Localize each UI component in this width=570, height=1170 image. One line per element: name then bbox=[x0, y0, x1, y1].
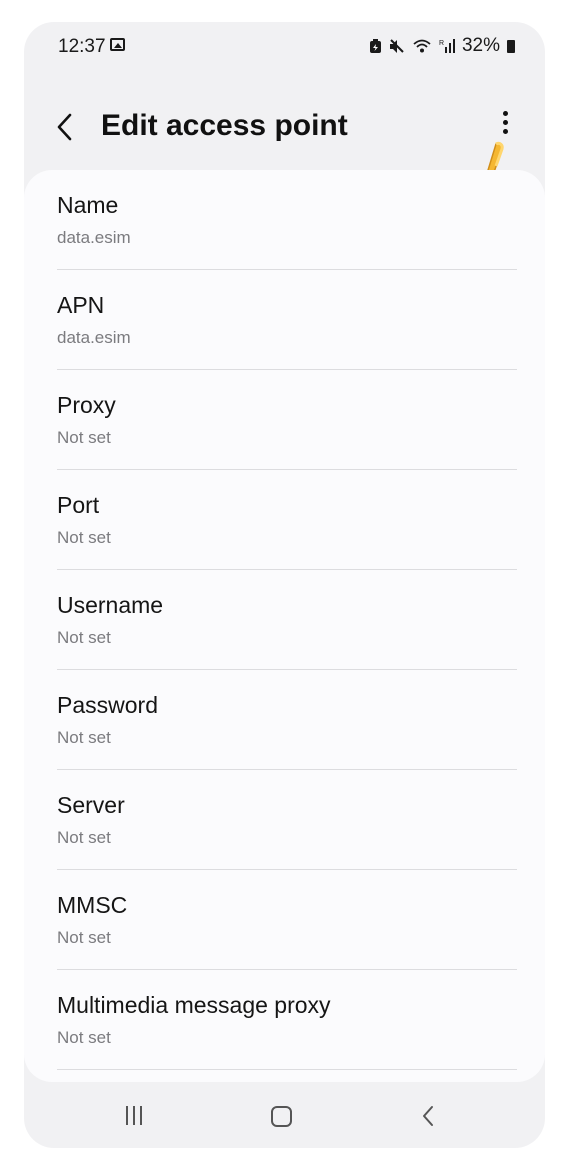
chevron-left-icon bbox=[57, 113, 72, 141]
status-bar: 12:37 R 32% bbox=[24, 22, 545, 70]
setting-label: APN bbox=[57, 292, 105, 318]
back-button[interactable] bbox=[50, 106, 80, 146]
setting-item-name[interactable]: Name data.esim bbox=[57, 170, 517, 270]
setting-item-username[interactable]: Username Not set bbox=[57, 570, 517, 670]
setting-value: Not set bbox=[57, 728, 111, 747]
setting-value: data.esim bbox=[57, 228, 131, 247]
setting-item-server[interactable]: Server Not set bbox=[57, 770, 517, 870]
setting-value: Not set bbox=[57, 428, 111, 447]
setting-label: Proxy bbox=[57, 392, 116, 418]
setting-label: Port bbox=[57, 492, 100, 518]
setting-item-proxy[interactable]: Proxy Not set bbox=[57, 370, 517, 470]
more-vertical-icon bbox=[495, 111, 515, 134]
phone-screen: 12:37 R 32% Edit access point Name data.… bbox=[24, 22, 545, 1148]
setting-item-port[interactable]: Port Not set bbox=[57, 470, 517, 570]
image-icon bbox=[110, 38, 125, 51]
setting-value: data.esim bbox=[57, 328, 131, 347]
setting-value: Not set bbox=[57, 1028, 111, 1047]
page-title: Edit access point bbox=[101, 109, 348, 142]
status-time: 12:37 bbox=[58, 36, 106, 57]
back-icon[interactable] bbox=[420, 1104, 436, 1128]
battery-icon bbox=[507, 39, 515, 53]
setting-label: Password bbox=[57, 692, 158, 718]
setting-value: Not set bbox=[57, 828, 111, 847]
setting-value: Not set bbox=[57, 628, 111, 647]
setting-value: Not set bbox=[57, 528, 111, 547]
setting-label: Name bbox=[57, 192, 119, 218]
setting-value: Not set bbox=[57, 928, 111, 947]
setting-label: Multimedia message proxy bbox=[57, 992, 331, 1018]
mute-icon bbox=[389, 38, 404, 53]
setting-item-apn[interactable]: APN data.esim bbox=[57, 270, 517, 370]
signal-icon: R bbox=[439, 39, 455, 53]
setting-item-password[interactable]: Password Not set bbox=[57, 670, 517, 770]
svg-text:R: R bbox=[439, 40, 444, 47]
battery-percent: 32% bbox=[461, 35, 500, 56]
setting-label: Server bbox=[57, 792, 125, 818]
home-icon[interactable] bbox=[271, 1106, 292, 1127]
setting-item-mmsc[interactable]: MMSC Not set bbox=[57, 870, 517, 970]
setting-label: Username bbox=[57, 592, 164, 618]
setting-item-mms-proxy[interactable]: Multimedia message proxy Not set bbox=[57, 970, 517, 1070]
setting-label: MMSC bbox=[57, 892, 128, 918]
battery-saver-icon bbox=[369, 38, 381, 53]
settings-list: Name data.esim APN data.esim Proxy Not s… bbox=[24, 170, 545, 1082]
wifi-icon bbox=[413, 39, 431, 53]
recents-icon[interactable] bbox=[126, 1106, 148, 1126]
status-icons: R 32% bbox=[369, 35, 515, 57]
navigation-bar bbox=[24, 1084, 545, 1148]
